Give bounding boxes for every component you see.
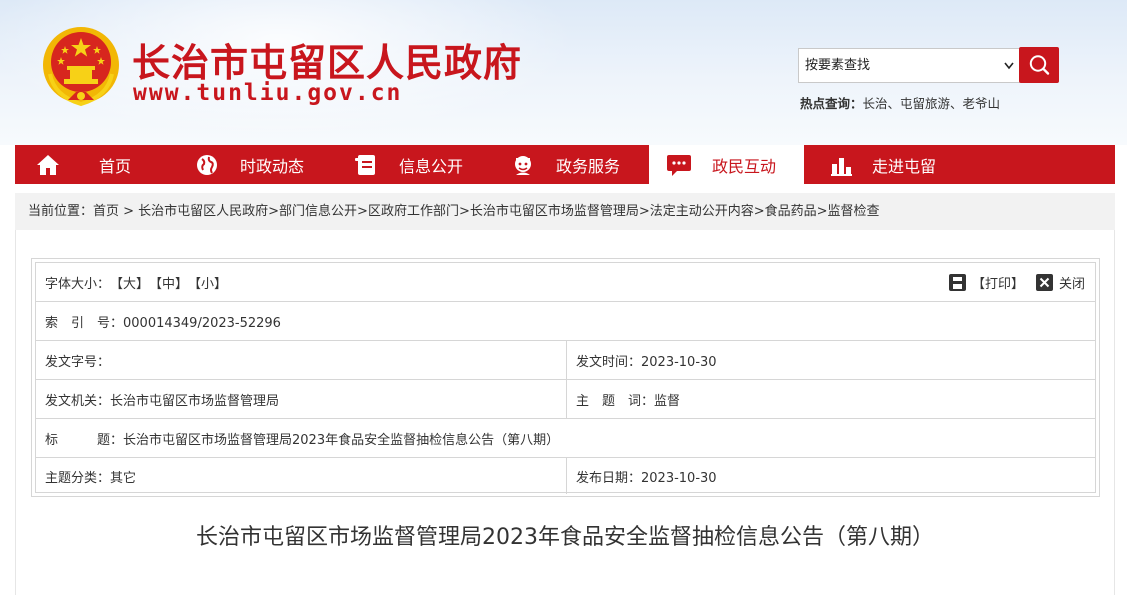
nav-label-home: 首页 (99, 156, 132, 176)
font-size-large[interactable]: 【大】 (110, 273, 149, 292)
nav-item-home[interactable]: 首页 (35, 145, 131, 184)
search-button[interactable] (1019, 47, 1059, 83)
nav-item-services[interactable]: 政务服务 (510, 145, 620, 184)
site-name: 长治市屯留区人民政府 (132, 41, 523, 85)
document-info-inner: 字体大小： 【大】 【中】 【小】 【打印】 关闭 索 引 号：00001434… (35, 262, 1096, 494)
person-icon (510, 152, 536, 178)
site-url[interactable]: www.tunliu.gov.cn (133, 80, 402, 106)
page-tools: 【打印】 关闭 (948, 263, 1085, 301)
site-header: 长治市屯留区人民政府 www.tunliu.gov.cn 按要素查找 热点查询：… (0, 0, 1127, 145)
breadcrumb[interactable]: 当前位置：首页 > 长治市屯留区人民政府>部门信息公开>区政府工作部门>长治市屯… (15, 193, 1115, 230)
nav-item-info-disclosure[interactable]: 信息公开 (353, 145, 463, 184)
subject-words: 主 题 词：监督 (566, 380, 680, 418)
home-icon (35, 152, 61, 178)
subject-category: 主题分类：其它 (45, 470, 137, 486)
issue-time: 发文时间：2023-10-30 (566, 341, 717, 379)
close-icon (1035, 273, 1053, 291)
font-size-small[interactable]: 【小】 (188, 273, 227, 292)
nav-item-about[interactable]: 走进屯留 (828, 145, 936, 184)
search-icon (1029, 55, 1050, 75)
font-tools-row: 字体大小： 【大】 【中】 【小】 【打印】 关闭 (36, 263, 1095, 302)
search-type-select[interactable]: 按要素查找 (798, 48, 1020, 83)
chevron-down-icon (1004, 49, 1014, 95)
hot-search-label: 热点查询： (800, 96, 863, 111)
title-row: 标 题：长治市屯留区市场监督管理局2023年食品安全监督抽检信息公告（第八期） (36, 419, 1095, 458)
issuing-authority: 发文机关：长治市屯留区市场监督管理局 (45, 393, 280, 409)
nav-item-interaction[interactable]: 政民互动 (649, 145, 804, 184)
close-button[interactable]: 关闭 (1059, 273, 1085, 292)
nav-label-news: 时政动态 (240, 156, 305, 176)
font-size-control: 字体大小： 【大】 【中】 【小】 (36, 263, 227, 301)
chart-icon (828, 152, 854, 178)
nav-item-news[interactable]: 时政动态 (194, 145, 304, 184)
globe-icon (194, 152, 220, 178)
national-emblem-icon (43, 27, 119, 107)
nav-label-about: 走进屯留 (872, 156, 937, 176)
document-info-table: 字体大小： 【大】 【中】 【小】 【打印】 关闭 索 引 号：00001434… (31, 258, 1100, 497)
font-size-label: 字体大小： (45, 276, 111, 292)
search-type-value: 按要素查找 (805, 58, 871, 73)
docno-row: 发文字号： 发文时间：2023-10-30 (36, 341, 1095, 380)
issuer-row: 发文机关：长治市屯留区市场监督管理局 主 题 词：监督 (36, 380, 1095, 419)
document-title-field: 标 题：长治市屯留区市场监督管理局2023年食品安全监督抽检信息公告（第八期） (45, 432, 560, 448)
chat-icon (666, 152, 692, 178)
printer-icon (948, 273, 966, 291)
nav-label-interaction: 政民互动 (712, 156, 777, 176)
publish-date: 发布日期：2023-10-30 (566, 458, 717, 494)
print-button[interactable]: 【打印】 (972, 273, 1024, 292)
category-row: 主题分类：其它 发布日期：2023-10-30 (36, 458, 1095, 494)
index-number: 索 引 号：000014349/2023-52296 (45, 315, 281, 331)
document-title: 长治市屯留区市场监督管理局2023年食品安全监督抽检信息公告（第八期） (196, 525, 934, 550)
doc-number: 发文字号： (45, 354, 111, 370)
hot-search: 热点查询：长治、屯留旅游、老爷山 (800, 93, 1000, 112)
main-nav: 首页 时政动态 信息公开 政务服务 政民互动 走进屯留 (15, 145, 1115, 184)
document-icon (353, 152, 379, 178)
hot-search-items[interactable]: 长治、屯留旅游、老爷山 (863, 96, 1001, 111)
index-row: 索 引 号：000014349/2023-52296 (36, 302, 1095, 341)
nav-label-services: 政务服务 (556, 156, 621, 176)
font-size-medium[interactable]: 【中】 (149, 273, 188, 292)
nav-label-info-disclosure: 信息公开 (399, 156, 464, 176)
